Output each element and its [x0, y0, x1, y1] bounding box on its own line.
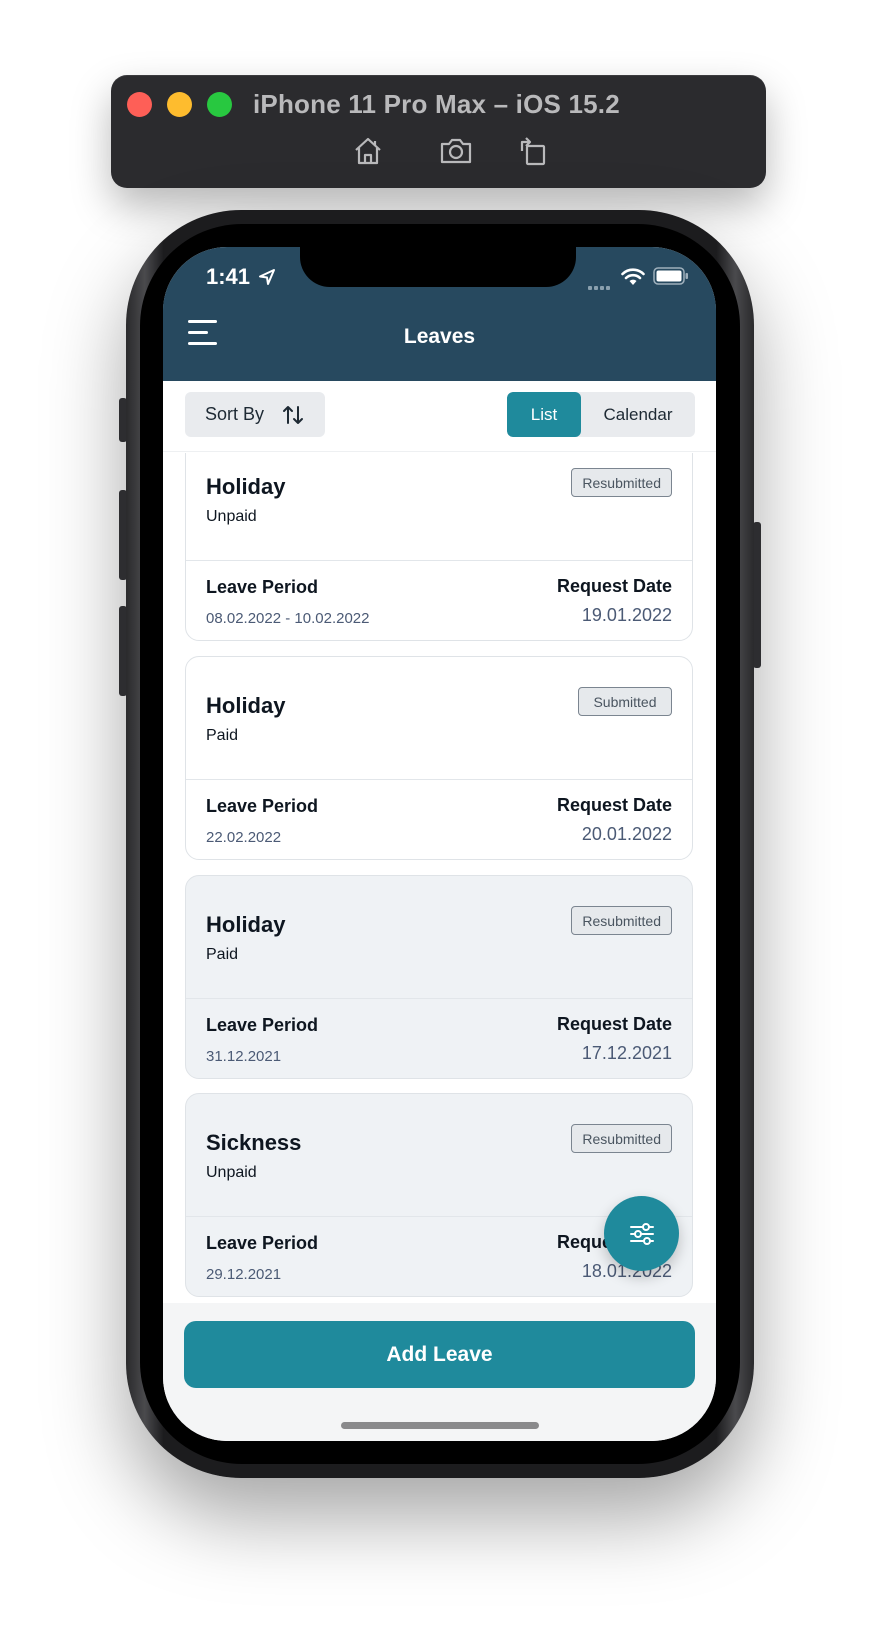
screenshot-icon[interactable] [436, 131, 476, 171]
nav-bar: Leaves [163, 297, 716, 381]
home-indicator[interactable] [341, 1422, 539, 1429]
rotate-icon[interactable] [514, 131, 554, 171]
status-badge: Submitted [578, 687, 672, 716]
leave-card-header: Holiday Unpaid Resubmitted [186, 453, 692, 561]
bottom-bar: Add Leave [163, 1303, 716, 1441]
battery-icon [653, 267, 688, 285]
wifi-icon [621, 268, 645, 285]
app-screen: 1:41 Leaves Sort By List Calendar Holida… [163, 247, 716, 1441]
request-date-value: 17.12.2021 [581, 1043, 672, 1063]
leave-card[interactable]: Holiday Paid Resubmitted Leave Period 31… [185, 875, 693, 1079]
pay-type: Paid [206, 727, 239, 744]
zoom-window-button[interactable] [207, 92, 232, 117]
filter-button[interactable] [604, 1196, 679, 1271]
request-date-value: 20.01.2022 [581, 824, 672, 844]
list-toolbar: Sort By List Calendar [163, 381, 716, 452]
page-title: Leaves [403, 325, 476, 348]
status-time: 1:41 [206, 264, 251, 289]
leave-period-value: 31.12.2021 [206, 1048, 282, 1065]
leave-type: Holiday [206, 912, 286, 937]
request-date-value: 19.01.2022 [581, 605, 672, 625]
leave-period-label: Leave Period [206, 577, 319, 597]
request-date-label: Request Date [556, 795, 672, 815]
leave-type: Holiday [206, 693, 286, 718]
minimize-window-button[interactable] [167, 92, 192, 117]
power-button [753, 522, 761, 668]
status-badge: Resubmitted [571, 906, 672, 935]
add-leave-button[interactable]: Add Leave [184, 1321, 695, 1388]
sort-arrows-icon [283, 405, 304, 424]
sort-by-label: Sort By [205, 404, 265, 424]
leave-list: Holiday Unpaid Resubmitted Leave Period … [163, 453, 716, 1303]
location-arrow-icon [259, 269, 275, 285]
request-date-label: Request Date [556, 1014, 672, 1034]
pay-type: Paid [206, 946, 239, 963]
simulator-title: iPhone 11 Pro Max – iOS 15.2 [253, 89, 620, 119]
leave-card-header: Holiday Paid Resubmitted [186, 876, 692, 999]
leave-period-value: 08.02.2022 - 10.02.2022 [206, 610, 370, 627]
tab-list[interactable]: List [507, 392, 581, 437]
view-toggle: List Calendar [507, 392, 695, 437]
leave-card[interactable]: Sickness Unpaid Resubmitted Leave Period… [185, 1093, 693, 1297]
leave-period-label: Leave Period [206, 1015, 319, 1035]
status-badge: Resubmitted [571, 1124, 672, 1153]
leave-card-header: Holiday Paid Submitted [186, 657, 692, 780]
pay-type: Unpaid [206, 1164, 257, 1181]
tab-calendar[interactable]: Calendar [581, 392, 695, 437]
cellular-signal-icon [588, 277, 614, 290]
status-badge: Resubmitted [571, 468, 672, 497]
leave-type: Sickness [206, 1130, 302, 1155]
request-date-label: Request Date [556, 576, 672, 596]
leave-period-label: Leave Period [206, 1233, 319, 1253]
filter-sliders-icon [629, 1222, 654, 1245]
leave-card-header: Sickness Unpaid Resubmitted [186, 1094, 692, 1217]
leave-card[interactable]: Holiday Paid Submitted Leave Period 22.0… [185, 656, 693, 860]
home-icon[interactable] [348, 131, 388, 171]
close-window-button[interactable] [127, 92, 152, 117]
leave-period-value: 22.02.2022 [206, 829, 282, 846]
pay-type: Unpaid [206, 508, 257, 525]
sort-by-button[interactable]: Sort By [185, 392, 325, 437]
camera-notch [300, 247, 576, 287]
leave-period-label: Leave Period [206, 796, 319, 816]
leave-period-value: 29.12.2021 [206, 1266, 282, 1283]
leave-type: Holiday [206, 474, 286, 499]
simulator-titlebar: iPhone 11 Pro Max – iOS 15.2 [111, 75, 766, 188]
leave-card[interactable]: Holiday Unpaid Resubmitted Leave Period … [185, 453, 693, 641]
